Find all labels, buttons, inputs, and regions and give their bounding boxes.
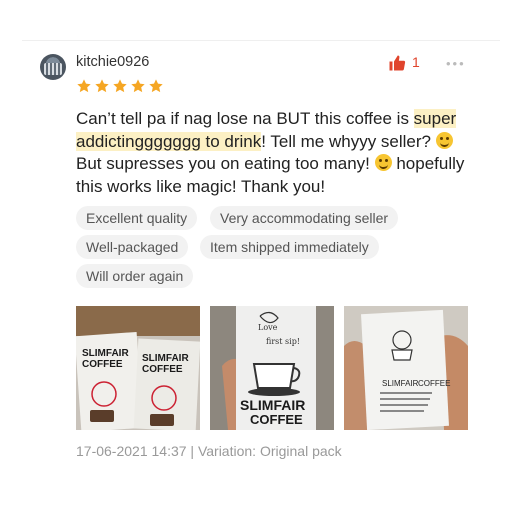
like-count: 1 bbox=[412, 54, 420, 70]
star-icon bbox=[77, 79, 91, 93]
svg-text:SLIMFAIR: SLIMFAIR bbox=[382, 379, 419, 388]
review-text-part: ! Tell me whyyy seller? bbox=[261, 131, 436, 151]
grinning-sweat-emoji-icon bbox=[435, 131, 453, 149]
review-text-part: But supresses you on eating too many! bbox=[76, 154, 375, 173]
star-rating bbox=[76, 78, 164, 94]
tag-chip: Very accommodating seller bbox=[210, 206, 399, 230]
username[interactable]: kitchie0926 bbox=[76, 54, 149, 70]
svg-text:Love: Love bbox=[258, 323, 278, 332]
svg-text:first sip!: first sip! bbox=[266, 337, 300, 346]
svg-text:COFFEE: COFFEE bbox=[250, 412, 303, 427]
avatar[interactable] bbox=[40, 54, 66, 80]
star-icon bbox=[149, 79, 163, 93]
thumbs-up-icon[interactable] bbox=[388, 54, 406, 72]
review-text: Can’t tell pa if nag lose na BUT this co… bbox=[76, 108, 476, 198]
tag-chip: Will order again bbox=[76, 264, 194, 288]
more-options-icon[interactable]: ••• bbox=[446, 56, 466, 71]
star-icon bbox=[131, 79, 145, 93]
review-photo-3[interactable]: SLIMFAIR COFFEE bbox=[344, 306, 468, 430]
review-photo-1[interactable]: SLIMFAIR COFFEE SLIMFAIR COFFEE bbox=[76, 306, 200, 430]
star-icon bbox=[95, 79, 109, 93]
svg-text:COFFEE: COFFEE bbox=[142, 364, 183, 375]
photo-brand-label: SLIMFAIR bbox=[82, 348, 129, 359]
tag-chip: Well-packaged bbox=[76, 235, 189, 259]
star-icon bbox=[113, 79, 127, 93]
review-text-part: Can’t tell pa if nag lose na BUT this co… bbox=[76, 109, 414, 128]
review-photo-2[interactable]: Love first sip! SLIMFAIR COFFEE bbox=[210, 306, 334, 430]
tag-chip: Excellent quality bbox=[76, 206, 198, 230]
svg-text:SLIMFAIR: SLIMFAIR bbox=[240, 397, 305, 413]
svg-text:COFFEE: COFFEE bbox=[418, 379, 450, 388]
svg-text:SLIMFAIR: SLIMFAIR bbox=[142, 353, 189, 364]
photo-product-label: COFFEE bbox=[82, 359, 123, 370]
divider bbox=[22, 40, 500, 41]
tag-chip: Item shipped immediately bbox=[200, 235, 379, 259]
review-footer: 17-06-2021 14:37 | Variation: Original p… bbox=[76, 443, 342, 459]
winking-emoji-icon bbox=[374, 154, 392, 171]
